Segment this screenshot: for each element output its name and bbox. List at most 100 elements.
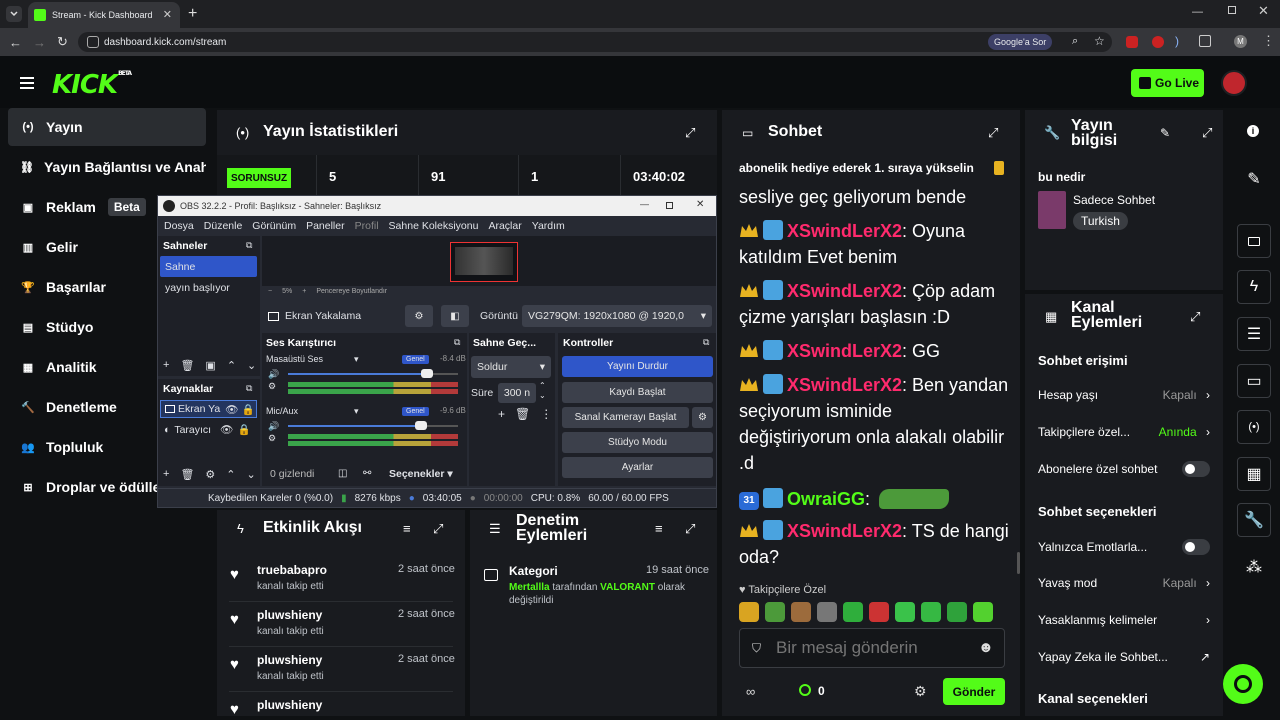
mixer-link-icon[interactable]: ⚯ (363, 468, 371, 479)
sub-gift-icon[interactable] (994, 161, 1004, 175)
gear-icon[interactable]: ⚙ (205, 468, 215, 481)
new-tab-icon[interactable]: + (188, 5, 197, 23)
trash-icon[interactable]: 🗑 (515, 407, 530, 421)
user-avatar[interactable] (1221, 70, 1247, 96)
dock-float-icon[interactable]: ⧉ (703, 337, 709, 348)
forward-icon[interactable]: → (33, 35, 46, 50)
obs-close-icon[interactable]: ✕ (696, 199, 704, 210)
settings-button[interactable]: Ayarlar (562, 457, 713, 478)
popout-icon[interactable]: ⤢ (1190, 309, 1200, 325)
chat-username[interactable]: XSwindLerX2 (787, 281, 902, 301)
activity-user[interactable]: pluwshieny (257, 653, 322, 667)
obs-menu-item[interactable]: Profil (355, 220, 379, 232)
chevron-down-icon[interactable]: ▾ (354, 406, 359, 417)
edit-pencil-icon[interactable]: ✎ (1237, 162, 1271, 196)
chat-settings-icon[interactable]: ∞ (746, 684, 755, 699)
volume-slider[interactable] (288, 425, 458, 427)
add-icon[interactable]: + (163, 359, 169, 372)
emote-icon[interactable] (843, 602, 863, 622)
minimize-window-icon[interactable]: — (1192, 6, 1203, 18)
drops-icon[interactable]: ⁂ (1237, 550, 1271, 584)
obs-menu-item[interactable]: Araçlar (488, 220, 521, 232)
obs-menu-item[interactable]: Sahne Koleksiyonu (389, 220, 479, 232)
category-name[interactable]: Sadece Sohbet (1073, 193, 1155, 207)
obs-maximize-icon[interactable] (666, 202, 673, 209)
obs-menu-item[interactable]: Yardım (532, 220, 565, 232)
dock-float-icon[interactable]: ⧉ (454, 337, 460, 348)
bookmark-star-icon[interactable]: ☆ (1094, 34, 1105, 48)
setting-slow-mode[interactable]: Yavaş mod Kapalı › (1038, 576, 1210, 590)
lightning-icon[interactable]: ϟ (1237, 270, 1271, 304)
add-icon[interactable]: + (498, 407, 505, 421)
chat-bubble-icon[interactable]: ▭ (1237, 364, 1271, 398)
subscribers-only-toggle[interactable] (1182, 461, 1210, 477)
transition-select[interactable]: Soldur ▾ (471, 356, 551, 378)
list-icon[interactable]: ☰ (1237, 317, 1271, 351)
maximize-window-icon[interactable] (1228, 6, 1236, 14)
close-window-icon[interactable]: ✕ (1258, 3, 1269, 19)
extension-icon[interactable] (1126, 36, 1138, 48)
gear-icon[interactable]: ⚙ (268, 433, 276, 444)
filter-icon[interactable]: ▣ (205, 359, 215, 372)
filter-icon[interactable]: ≡ (655, 521, 663, 536)
chat-input-box[interactable]: ⛉ ☻ (739, 628, 1005, 668)
activity-user[interactable]: truebabapro (257, 563, 327, 577)
source-filters-icon[interactable]: ◧ (441, 305, 469, 327)
extensions-puzzle-icon[interactable] (1199, 35, 1211, 47)
kick-logo[interactable]: KICKBETA (52, 70, 132, 100)
filter-icon[interactable]: ≡ (403, 521, 411, 536)
display-select[interactable]: VG279QM: 1920x1080 @ 1920,0 ▾ (522, 305, 712, 327)
stop-streaming-button[interactable]: Yayını Durdur (562, 356, 713, 377)
emote-only-toggle[interactable] (1182, 539, 1210, 555)
chevron-up-icon[interactable]: ⌃ (226, 468, 235, 481)
info-icon[interactable]: i (1247, 125, 1259, 137)
tab-close-icon[interactable]: ✕ (163, 8, 172, 21)
wrench-icon[interactable]: 🔧 (1237, 503, 1271, 537)
gear-icon[interactable]: ⚙ (914, 683, 927, 700)
speaker-icon[interactable]: 🔊 (268, 421, 279, 432)
more-icon[interactable]: ⋮ (540, 407, 552, 421)
chevron-down-icon[interactable]: ▾ (354, 354, 359, 365)
lock-icon[interactable]: 🔒 (242, 403, 255, 416)
browser-tab[interactable]: Stream - Kick Dashboard ✕ (28, 2, 180, 28)
emote-icon[interactable] (817, 602, 837, 622)
obs-menu-item[interactable]: Görünüm (252, 220, 296, 232)
virtual-camera-gear-icon[interactable]: ⚙ (692, 407, 713, 428)
volume-slider-handle[interactable] (414, 421, 427, 430)
emote-icon[interactable] (947, 602, 967, 622)
studio-mode-button[interactable]: Stüdyo Modu (562, 432, 713, 453)
chat-message-input[interactable] (776, 637, 976, 659)
start-recording-button[interactable]: Kaydı Başlat (562, 382, 713, 403)
address-bar[interactable]: dashboard.kick.com/stream Google'a Sor ⌕… (78, 32, 1112, 52)
lock-icon[interactable]: 🔒 (237, 423, 250, 436)
actions-icon[interactable]: ▦ (1237, 457, 1271, 491)
setting-ai-chat[interactable]: Yapay Zeka ile Sohbet... ↗ (1038, 650, 1210, 664)
mixer-options-button[interactable]: Seçenekler ▾ (389, 468, 453, 480)
speaker-icon[interactable]: 🔊 (268, 369, 279, 380)
duration-input[interactable]: 300 n (498, 383, 536, 403)
help-support-button[interactable] (1223, 664, 1263, 704)
obs-scene-item-active[interactable]: Sahne (160, 256, 257, 277)
setting-subscribers-only[interactable]: Abonelere özel sohbet (1038, 461, 1210, 477)
emote-icon[interactable] (921, 602, 941, 622)
chat-username[interactable]: XSwindLerX2 (787, 521, 902, 541)
mixer-layout-icon[interactable]: ◫ (338, 468, 347, 479)
obs-preview-source[interactable] (450, 242, 518, 282)
profile-avatar-icon[interactable]: M (1234, 35, 1247, 48)
obs-source-item[interactable]: ◐ Tarayıcı 👁 🔒 (164, 423, 251, 437)
extension-icon[interactable]: ) (1175, 34, 1179, 48)
dock-float-icon[interactable]: ⧉ (246, 383, 252, 394)
eye-icon[interactable]: 👁 (220, 423, 233, 436)
sidebar-item[interactable]: (•) Yayın (8, 108, 206, 146)
obs-minimize-icon[interactable]: — (640, 199, 649, 209)
setting-followers-only[interactable]: Takipçilere özel... Anında › (1038, 425, 1210, 439)
fit-window-button[interactable]: Pencereye Boyutlandır (316, 288, 387, 295)
chat-scrollbar[interactable] (1017, 552, 1020, 574)
start-virtual-camera-button[interactable]: Sanal Kamerayı Başlat (562, 407, 689, 428)
zoom-in-icon[interactable]: + (302, 288, 306, 295)
reload-icon[interactable]: ↻ (57, 34, 68, 50)
chat-username[interactable]: XSwindLerX2 (787, 375, 902, 395)
source-properties-gear-icon[interactable]: ⚙ (405, 305, 433, 327)
chevron-down-icon[interactable]: ⌄ (247, 468, 256, 481)
obs-source-item-active[interactable]: Ekran Ya 👁 🔒 (160, 400, 257, 418)
